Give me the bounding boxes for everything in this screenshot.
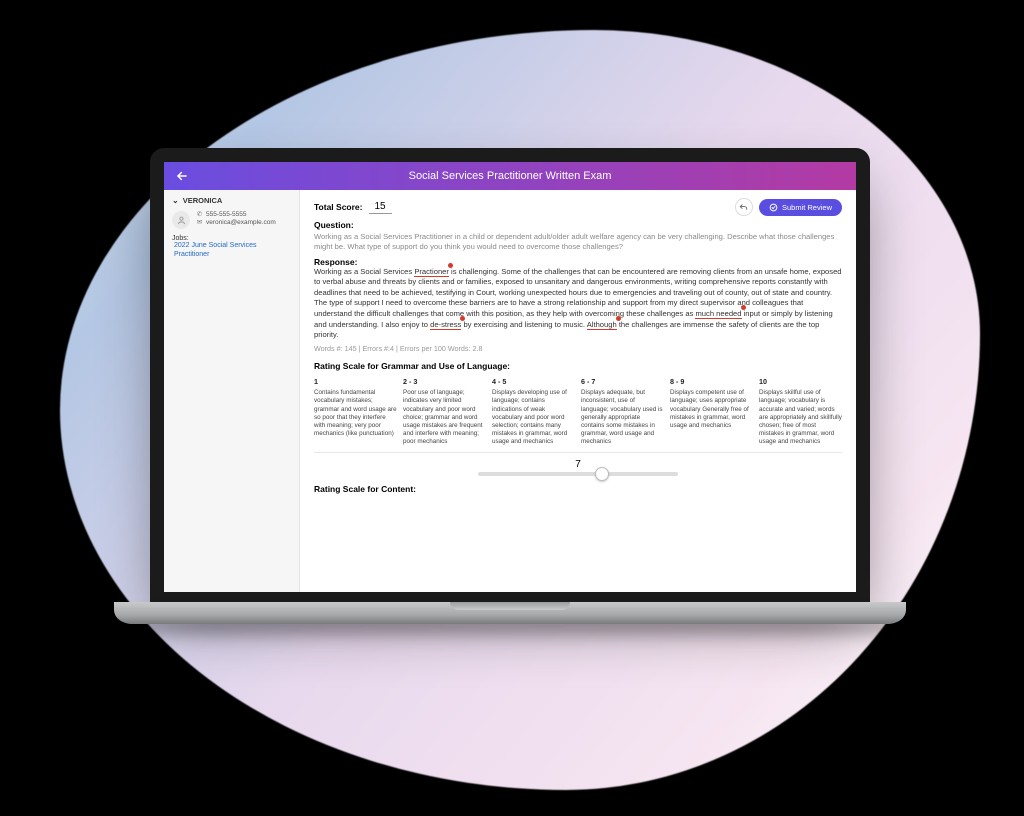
avatar [172,211,190,229]
candidate-name: VERONICA [183,196,223,205]
back-button[interactable] [174,168,190,184]
page-title: Social Services Practitioner Written Exa… [409,170,612,182]
screen-bezel: Social Services Practitioner Written Exa… [150,148,870,602]
job-link[interactable]: 2022 June Social Services Practitioner [174,242,291,260]
arrow-left-icon [175,169,189,183]
phone-icon: ✆ [196,212,203,219]
error-highlight[interactable]: Practioner [414,267,449,277]
total-score-label: Total Score: [314,202,363,212]
rating-col: 4 - 5Displays developing use of language… [492,377,575,447]
undo-icon [738,202,749,213]
submit-review-button[interactable]: Submit Review [759,199,842,216]
rating-col: 2 - 3Poor use of language; indicates ver… [403,377,486,447]
rating-grammar-heading: Rating Scale for Grammar and Use of Lang… [314,361,842,371]
app-screen: Social Services Practitioner Written Exa… [164,162,856,592]
person-icon [176,215,187,226]
email: veronica@example.com [206,219,276,227]
submit-label: Submit Review [782,203,832,212]
total-score-value[interactable]: 15 [369,201,392,214]
rating-col: 1Contains fundamental vocabulary mistake… [314,377,397,447]
response-text: Working as a Social Services Practioner … [314,267,842,341]
laptop-base [114,602,906,624]
jobs-label: Jobs: [172,235,189,242]
mail-icon: ✉ [196,220,203,227]
question-label: Question: [314,220,842,230]
check-circle-icon [769,203,778,212]
error-highlight[interactable]: de-stress [430,320,461,330]
grammar-slider[interactable]: 7 [314,459,842,476]
undo-button[interactable] [735,198,753,216]
contact-block: ✆555-555-5555 ✉veronica@example.com [196,211,276,228]
laptop-mock: Social Services Practitioner Written Exa… [150,148,870,624]
question-text: Working as a Social Services Practitione… [314,232,842,253]
sidebar: ⌄ VERONICA ✆555-555-5555 ✉veronica@examp… [164,190,300,592]
rating-content-heading: Rating Scale for Content: [314,484,842,494]
response-stats: Words #: 145 | Errors #:4 | Errors per 1… [314,344,842,353]
main-panel: Total Score: 15 Submit Review [300,190,856,592]
candidate-toggle[interactable]: ⌄ VERONICA [172,196,291,205]
titlebar: Social Services Practitioner Written Exa… [164,162,856,190]
response-label: Response: [314,257,842,267]
error-highlight[interactable]: much needed [695,309,741,319]
rating-col: 10Displays skillful use of language; voc… [759,377,842,447]
chevron-down-icon: ⌄ [172,196,179,205]
rating-grammar-grid: 1Contains fundamental vocabulary mistake… [314,377,842,454]
slider-value: 7 [314,459,842,470]
rating-col: 8 - 9Displays competent use of language;… [670,377,753,447]
phone: 555-555-5555 [206,211,246,219]
slider-track[interactable] [478,472,678,476]
error-highlight[interactable]: Although [587,320,617,330]
rating-col: 6 - 7Displays adequate, but inconsistent… [581,377,664,447]
